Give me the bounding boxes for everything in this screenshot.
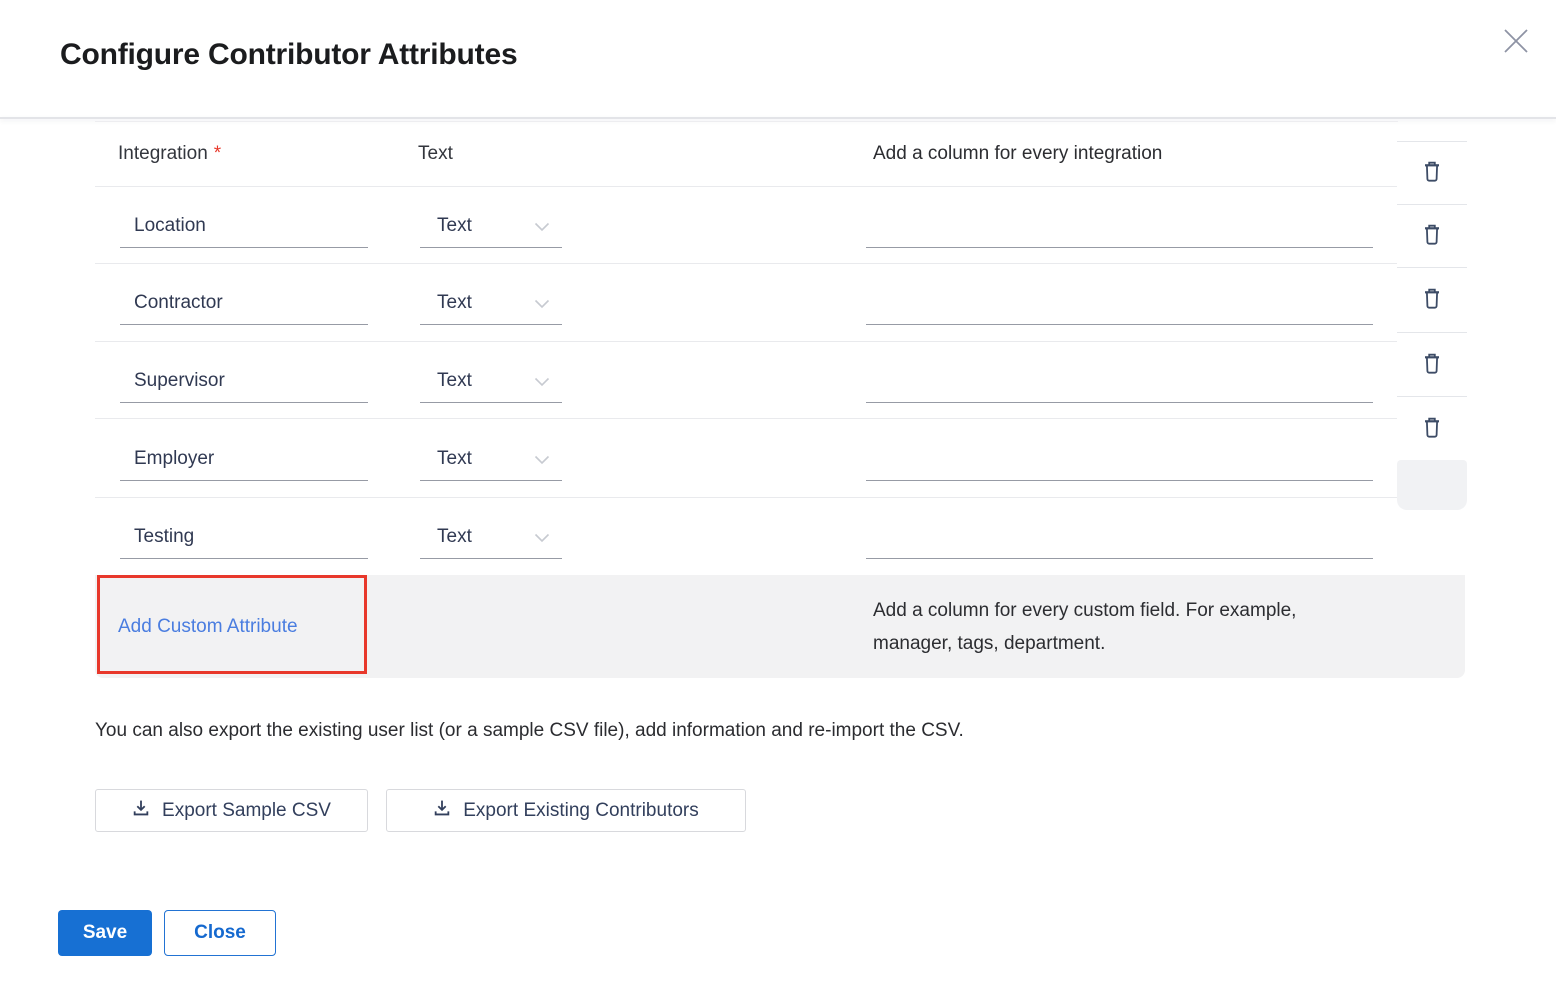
attribute-description-field <box>866 516 1373 559</box>
export-note: You can also export the existing user li… <box>95 720 964 742</box>
attribute-type-value: Text <box>437 448 472 470</box>
delete-column-endcap <box>1397 460 1467 510</box>
save-button[interactable]: Save <box>58 910 152 956</box>
attribute-type-value: Text <box>437 370 472 392</box>
page-title: Configure Contributor Attributes <box>60 38 517 72</box>
delete-row-button[interactable] <box>1397 267 1467 332</box>
trash-icon <box>1422 223 1442 249</box>
attribute-name-label: Integration <box>118 143 208 165</box>
attribute-name-field <box>120 360 368 403</box>
attribute-name-field <box>120 205 368 248</box>
export-existing-contributors-label: Export Existing Contributors <box>463 800 699 822</box>
attribute-type-select[interactable]: Text <box>420 360 562 403</box>
attribute-name-input[interactable] <box>120 360 368 402</box>
configure-contributor-attributes-modal: Configure Contributor Attributes Integra… <box>0 0 1556 996</box>
attribute-name-field <box>120 282 368 325</box>
add-custom-attribute-link[interactable]: Add Custom Attribute <box>118 616 298 638</box>
attributes-table: Integration * Text Add a column for ever… <box>95 119 1465 679</box>
trash-icon <box>1422 160 1442 186</box>
attribute-description-input[interactable] <box>866 438 1373 480</box>
trash-icon <box>1422 352 1442 378</box>
custom-field-description-line1: Add a column for every custom field. For… <box>873 594 1296 627</box>
delete-row-button[interactable] <box>1397 204 1467 267</box>
close-modal-button[interactable]: Close <box>164 910 276 956</box>
delete-row-button[interactable] <box>1397 396 1467 460</box>
chevron-down-icon <box>534 533 550 543</box>
table-row-location: Text <box>95 186 1398 264</box>
attribute-description-field <box>866 282 1373 325</box>
attribute-description-input[interactable] <box>866 282 1373 324</box>
export-sample-csv-button[interactable]: Export Sample CSV <box>95 789 368 832</box>
attribute-type-label: Text <box>418 143 453 165</box>
add-custom-attribute-row: Add Custom Attribute Add a column for ev… <box>95 575 1465 678</box>
close-button[interactable] <box>1494 20 1538 64</box>
attribute-type-select[interactable]: Text <box>420 205 562 248</box>
table-row-contractor: Text <box>95 263 1398 342</box>
chevron-down-icon <box>534 455 550 465</box>
download-icon <box>433 799 451 823</box>
attribute-name-field <box>120 516 368 559</box>
attribute-name-input[interactable] <box>120 516 368 558</box>
attribute-description-input[interactable] <box>866 516 1373 558</box>
export-sample-csv-label: Export Sample CSV <box>162 800 331 822</box>
attribute-type-value: Text <box>437 526 472 548</box>
delete-row-button[interactable] <box>1397 141 1467 204</box>
table-row-testing: Text <box>95 497 1398 576</box>
attribute-name-input[interactable] <box>120 205 368 247</box>
attribute-description-input[interactable] <box>866 205 1373 247</box>
attribute-description-field <box>866 438 1373 481</box>
attribute-description-field <box>866 360 1373 403</box>
attribute-type-value: Text <box>437 292 472 314</box>
required-asterisk: * <box>214 143 221 165</box>
attribute-name-field <box>120 438 368 481</box>
custom-field-description: Add a column for every custom field. For… <box>873 594 1296 660</box>
chevron-down-icon <box>534 299 550 309</box>
chevron-down-icon <box>534 377 550 387</box>
attribute-description-input[interactable] <box>866 360 1373 402</box>
attribute-description-label: Add a column for every integration <box>873 143 1162 165</box>
trash-icon <box>1422 287 1442 313</box>
attribute-type-value: Text <box>437 215 472 237</box>
delete-row-button[interactable] <box>1397 332 1467 396</box>
table-row-employer: Text <box>95 418 1398 498</box>
chevron-down-icon <box>534 222 550 232</box>
attribute-name-input[interactable] <box>120 282 368 324</box>
attribute-type-select[interactable]: Text <box>420 282 562 325</box>
table-row-integration: Integration * Text Add a column for ever… <box>95 121 1398 187</box>
attribute-type-select[interactable]: Text <box>420 516 562 559</box>
trash-icon <box>1422 416 1442 442</box>
export-existing-contributors-button[interactable]: Export Existing Contributors <box>386 789 746 832</box>
attribute-description-field <box>866 205 1373 248</box>
download-icon <box>132 799 150 823</box>
custom-field-description-line2: manager, tags, department. <box>873 627 1296 660</box>
attribute-name-input[interactable] <box>120 438 368 480</box>
attribute-type-select[interactable]: Text <box>420 438 562 481</box>
table-row-supervisor: Text <box>95 341 1398 419</box>
close-icon <box>1502 27 1530 58</box>
